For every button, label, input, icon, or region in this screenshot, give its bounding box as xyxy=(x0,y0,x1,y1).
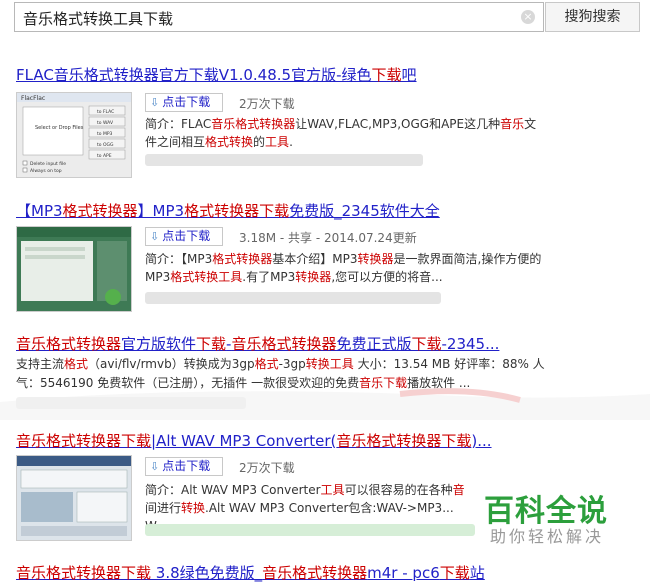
text-run: 3.8绿色免费版_ xyxy=(151,564,263,582)
highlight-text: 转换器 xyxy=(357,252,394,266)
highlight-text: 格式转换器 xyxy=(212,252,273,266)
text-run: 吧 xyxy=(401,66,417,84)
clear-icon[interactable]: × xyxy=(521,10,535,24)
highlight-text: 音乐格式转换器 xyxy=(16,335,122,353)
svg-text:Delete input file: Delete input file xyxy=(30,161,66,167)
download-icon: ⇩ xyxy=(150,96,160,109)
result-desc-1: 简介：FLAC音乐格式转换器让WAV,FLAC,MP3,OGG和APE这几种音乐… xyxy=(145,115,545,151)
text-run: |Alt WAV MP3 Converter( xyxy=(151,432,337,450)
highlight-text: 格式转换器下载 xyxy=(184,202,290,220)
svg-text:to WAV: to WAV xyxy=(97,120,114,126)
highlight-text: 音乐 xyxy=(500,117,525,131)
svg-text:to APE: to APE xyxy=(97,153,112,159)
result-title-1[interactable]: FLAC音乐格式转换器官方下载V1.0.48.5官方版-绿色下载吧 xyxy=(16,64,417,85)
text-run: 免费版_2345软件大全 xyxy=(289,202,440,220)
text-run: 可以很容易的在各种 xyxy=(344,483,453,497)
highlight-text: 工具 xyxy=(320,483,345,497)
result-title-5[interactable]: 音乐格式转换器下载 3.8绿色免费版_音乐格式转换器m4r - pc6下载站 xyxy=(16,562,485,583)
highlight-text: 格式转换器 xyxy=(62,202,138,220)
highlight-text: 格式转换 xyxy=(205,135,254,149)
text-run: 简介：Alt WAV MP3 Converter xyxy=(145,483,321,497)
result-meta-2: 3.18M - 共享 - 2014.07.24更新 xyxy=(239,231,417,245)
search-button[interactable]: 搜狗搜索 xyxy=(545,2,640,32)
highlight-text: 下载 xyxy=(196,335,227,353)
result-desc-2: 简介：【MP3格式转换器基本介绍】MP3转换器是一款界面简洁,操作方便的MP3格… xyxy=(145,250,545,286)
result-title-3[interactable]: 音乐格式转换器官方版软件下载-音乐格式转换器免费正式版下载-2345... xyxy=(16,333,499,354)
result-thumbnail-2[interactable] xyxy=(16,226,132,312)
download-icon: ⇩ xyxy=(150,460,160,473)
svg-text:Always on top: Always on top xyxy=(30,168,62,174)
highlight-text: 音乐格式转换器 xyxy=(262,564,368,582)
text-run: -2345... xyxy=(441,335,500,353)
text-run: 站 xyxy=(469,564,485,582)
highlight-text: 转换工具 xyxy=(305,357,354,371)
text-run: ,您可以方便的将音... xyxy=(331,270,443,284)
text-run: m4r - pc6 xyxy=(367,564,440,582)
text-run: 间进行 xyxy=(145,501,182,515)
highlight-text: 音乐格式转换器 xyxy=(211,117,296,131)
highlight-text: 工具 xyxy=(265,135,290,149)
result-meta-4: 2万次下载 xyxy=(239,461,295,475)
result-title-4[interactable]: 音乐格式转换器下载|Alt WAV MP3 Converter(音乐格式转换器下… xyxy=(16,430,492,451)
text-run: )... xyxy=(471,432,492,450)
text-run: 官方版软件 xyxy=(121,335,197,353)
highlight-text: 音 xyxy=(452,483,465,497)
blurred-url-2 xyxy=(145,292,441,304)
text-run: （avi/flv/rmvb）转换成为3gp xyxy=(88,357,255,371)
blurred-url-3 xyxy=(16,397,246,409)
highlight-text: 下载 xyxy=(439,564,470,582)
text-run: 免费正式版 xyxy=(336,335,412,353)
blurred-url-4 xyxy=(145,524,475,536)
text-run: 支持主流 xyxy=(16,357,65,371)
text-run: .有了MP3 xyxy=(242,270,296,284)
highlight-text: 音乐格式转换器下载 xyxy=(16,564,152,582)
highlight-text: 格式转换工具 xyxy=(170,270,243,284)
result-title-2[interactable]: 【MP3格式转换器】MP3格式转换器下载免费版_2345软件大全 xyxy=(16,200,440,221)
cut-off-result-url xyxy=(16,36,316,46)
svg-text:to MP3: to MP3 xyxy=(97,131,113,137)
highlight-text: 音乐格式转换器 xyxy=(231,335,337,353)
text-run: 简介：【MP3 xyxy=(145,252,213,266)
search-bar: 音乐格式转换工具下载 × 搜狗搜索 xyxy=(0,0,650,38)
svg-text:to OGG: to OGG xyxy=(97,142,114,148)
highlight-text: 格式 xyxy=(64,357,89,371)
blurred-url-1 xyxy=(145,154,423,166)
search-input[interactable]: 音乐格式转换工具下载 xyxy=(14,2,544,32)
thumb-app-name: FlacFlac xyxy=(21,95,45,102)
highlight-text: 下载 xyxy=(371,66,402,84)
download-icon: ⇩ xyxy=(150,230,160,243)
text-run: 让WAV,FLAC,MP3,OGG和APE这几种 xyxy=(295,117,501,131)
result-meta-1: 2万次下载 xyxy=(239,97,295,111)
text-run: -3gp xyxy=(278,357,306,371)
highlight-text: 下载 xyxy=(411,335,442,353)
text-run: 基本介绍】MP3 xyxy=(272,252,358,266)
text-run: . xyxy=(289,135,293,149)
download-button-2[interactable]: ⇩ 点击下载 xyxy=(145,227,223,246)
text-run: 简介：FLAC xyxy=(145,117,212,131)
watermark-subtitle: 助你轻松解决 xyxy=(490,527,605,546)
svg-text:to FLAC: to FLAC xyxy=(97,109,114,115)
text-run: 】MP3 xyxy=(137,202,185,220)
download-button-1[interactable]: ⇩ 点击下载 xyxy=(145,93,223,112)
thumb-drop-text: Select or Drop Files xyxy=(35,125,84,131)
highlight-text: 音乐格式转换器下载 xyxy=(16,432,152,450)
highlight-text: 转换 xyxy=(181,501,206,515)
result-thumbnail-1[interactable]: FlacFlac Select or Drop Files to FLAC to… xyxy=(16,92,132,178)
text-run: FLAC音乐格式转换器官方下载V1.0.48.5官方版-绿色 xyxy=(16,66,372,84)
highlight-text: 音乐格式转换器下载 xyxy=(336,432,472,450)
highlight-text: 转换器 xyxy=(295,270,332,284)
highlight-text: 格式 xyxy=(254,357,279,371)
text-run: 【MP3 xyxy=(16,202,63,220)
result-thumbnail-4[interactable] xyxy=(16,455,132,541)
thumb-buttons: to FLAC to WAV to MP3 to OGG to APE xyxy=(88,105,126,160)
text-run: 的 xyxy=(253,135,266,149)
download-button-4[interactable]: ⇩ 点击下载 xyxy=(145,457,223,476)
